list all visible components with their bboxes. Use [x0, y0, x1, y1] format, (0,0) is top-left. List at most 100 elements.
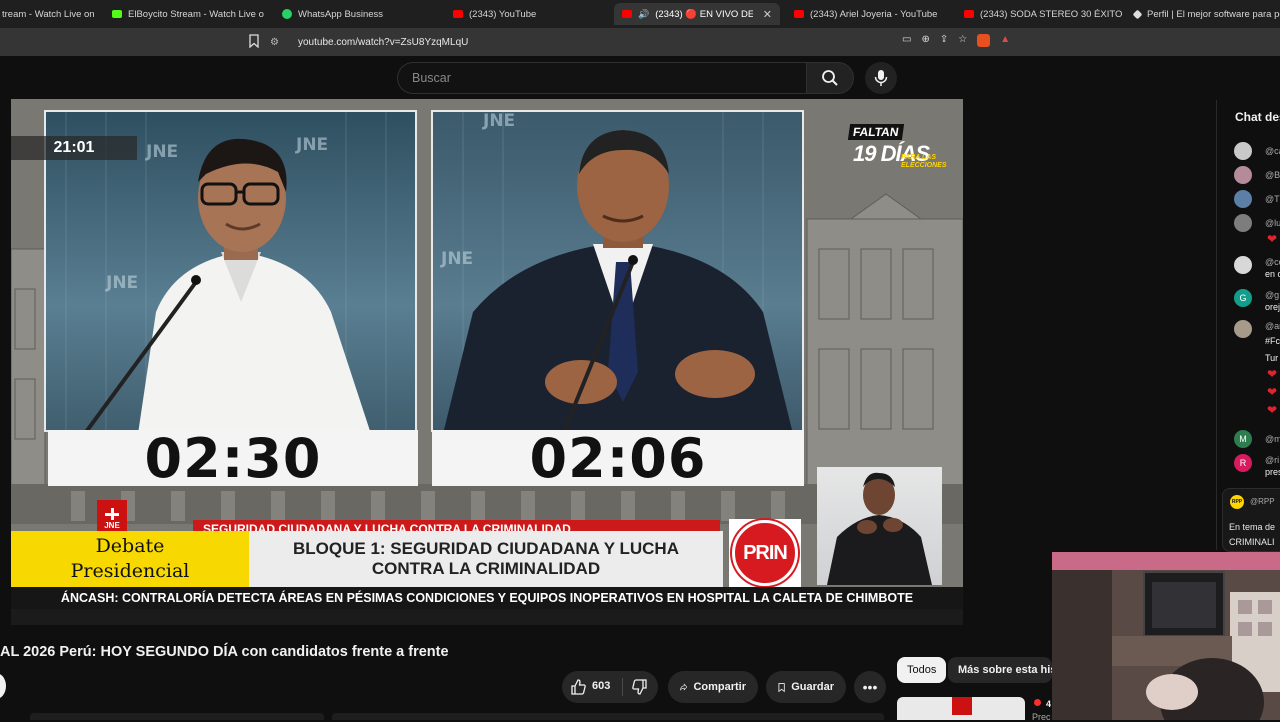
chat-avatar[interactable]: [1234, 320, 1252, 338]
block-title: BLOQUE 1: SEGURIDAD CIUDADANA Y LUCHA CO…: [249, 531, 723, 587]
chat-avatar[interactable]: [1234, 214, 1252, 232]
webcam-overlay: [1052, 552, 1280, 720]
save-button[interactable]: Guardar: [766, 671, 846, 703]
youtube-favicon-icon: [622, 10, 632, 18]
browser-tab[interactable]: (2343) SODA STEREO 30 ÉXITOS CLÁ: [956, 3, 1122, 25]
candidate-left-image: JNE JNE JNE: [46, 112, 415, 430]
tab-title: (2343) YouTube: [469, 8, 537, 20]
close-tab-icon[interactable]: ✕: [763, 8, 772, 21]
block-line1: BLOQUE 1: SEGURIDAD CIUDADANA Y LUCHA: [293, 539, 679, 558]
heart-emoji: ❤: [1267, 232, 1278, 246]
lower-third: Debate Presidencial BLOQUE 1: SEGURIDAD …: [11, 531, 723, 587]
pinned-line1: En tema de: [1229, 522, 1276, 532]
search-input[interactable]: Buscar: [397, 62, 806, 94]
chat-avatar[interactable]: R: [1234, 454, 1252, 472]
badge-sub-line2: ELECCIONES: [901, 162, 947, 169]
jne-logo: JNE: [97, 500, 127, 532]
address-bar-actions: ▭ ⊕ ⇪ ☆ ▲: [902, 34, 1010, 47]
dislike-icon[interactable]: [632, 679, 648, 695]
like-icon[interactable]: [570, 679, 586, 695]
share-page-icon[interactable]: ⇪: [940, 34, 948, 47]
browser-tab[interactable]: WhatsApp Business: [274, 3, 434, 25]
pinned-chat-message[interactable]: RPP @RPP En tema de CRIMINALI: [1222, 488, 1280, 552]
chat-username[interactable]: @ri: [1265, 455, 1279, 465]
chat-avatar[interactable]: G: [1234, 289, 1252, 307]
video-player[interactable]: JNE JNE JNE JNE JNE 02:30 02:06 21:01 FA…: [11, 99, 963, 625]
prin-circle: PRIN: [732, 520, 798, 586]
search-button[interactable]: [806, 62, 854, 94]
recommended-badge: 4: [1046, 699, 1052, 709]
chat-avatar[interactable]: [1234, 166, 1252, 184]
program-title: Debate Presidencial: [11, 531, 249, 587]
browser-tab-active[interactable]: 🔊 (2343) 🔴 EN VIVO DEBATE P ✕: [614, 3, 780, 25]
like-dislike-group: 603: [562, 671, 658, 703]
zoom-icon[interactable]: ⊕: [921, 34, 929, 47]
recommended-thumbnail[interactable]: [897, 697, 1025, 720]
like-count[interactable]: 603: [592, 680, 610, 692]
url-text: youtube.com/watch?v=ZsU8YzqMLqU: [298, 36, 469, 48]
save-bookmark-icon: [778, 682, 785, 692]
save-label: Guardar: [791, 681, 834, 693]
more-actions-button[interactable]: •••: [854, 671, 886, 703]
kick-favicon-icon: [112, 10, 122, 18]
microphone-icon: [874, 70, 888, 86]
tab-title: Perfil | El mejor software para poten: [1147, 8, 1280, 20]
sign-language-interpreter: [817, 467, 942, 585]
chat-username[interactable]: @T: [1265, 194, 1280, 204]
chat-avatar[interactable]: M: [1234, 430, 1252, 448]
chat-username[interactable]: @cc: [1265, 257, 1280, 267]
heart-emoji: ❤: [1267, 385, 1278, 399]
chat-username[interactable]: @ca: [1265, 146, 1280, 156]
search-placeholder: Buscar: [412, 71, 451, 85]
pinned-text: En tema de CRIMINALI: [1229, 520, 1275, 550]
browser-tab[interactable]: (2343) YouTube: [445, 3, 605, 25]
live-indicator-icon: [1034, 699, 1041, 706]
chat-username[interactable]: @lu: [1265, 218, 1280, 228]
site-settings-icon[interactable]: ⚙: [270, 37, 284, 48]
rewards-icon[interactable]: ▲: [1000, 34, 1010, 47]
voice-search-button[interactable]: [865, 62, 897, 94]
block-line2: CONTRA LA CRIMINALIDAD: [371, 559, 601, 578]
chat-username[interactable]: @g: [1265, 290, 1279, 300]
chip-all[interactable]: Todos: [897, 657, 947, 683]
chat-username[interactable]: @ar: [1265, 321, 1280, 331]
pinned-avatar: RPP: [1230, 495, 1244, 509]
browser-tab[interactable]: (2343) Ariel Joyeria - YouTube: [786, 3, 950, 25]
description-strip: [332, 713, 884, 720]
youtube-header: Buscar: [0, 56, 1280, 100]
share-button[interactable]: Compartir: [668, 671, 758, 703]
bookmark-icon[interactable]: [248, 34, 260, 48]
heart-emoji: ❤: [1267, 367, 1278, 381]
video-title: AL 2026 Perú: HOY SEGUNDO DÍA con candid…: [0, 644, 449, 660]
browser-tab[interactable]: ElBoycito Stream - Watch Live on: [104, 3, 264, 25]
cast-icon[interactable]: ▭: [902, 34, 911, 47]
interpreter-image: [827, 472, 932, 585]
perfil-favicon-icon: [1132, 9, 1143, 19]
chip-more-on-story[interactable]: Más sobre esta hist: [948, 657, 1052, 683]
youtube-favicon-icon: [964, 10, 974, 18]
search-icon: [822, 70, 838, 86]
candidate-right-image: JNE JNE: [433, 112, 802, 430]
channel-avatar[interactable]: [0, 673, 6, 699]
elapsed-time: 21:01: [11, 136, 137, 160]
tab-title: WhatsApp Business: [298, 8, 384, 20]
chat-username[interactable]: @B: [1265, 170, 1280, 180]
youtube-favicon-icon: [453, 10, 463, 18]
chat-avatar[interactable]: [1234, 256, 1252, 274]
svg-text:JNE: JNE: [105, 273, 138, 293]
chat-title: Chat des: [1235, 110, 1280, 124]
chat-username[interactable]: @m: [1265, 434, 1280, 444]
brave-shield-icon[interactable]: [977, 34, 991, 47]
browser-tab[interactable]: Perfil | El mejor software para poten: [1126, 3, 1280, 25]
star-icon[interactable]: ☆: [958, 34, 967, 47]
video-bottom-strip: [11, 609, 963, 625]
chat-text: en c: [1265, 269, 1280, 279]
chat-avatar[interactable]: [1234, 142, 1252, 160]
tab-title: tream - Watch Live on K: [2, 8, 94, 20]
badge-sub-line1: PARA LAS: [901, 154, 936, 161]
browser-tab[interactable]: tream - Watch Live on K: [0, 3, 94, 25]
chat-avatar[interactable]: [1234, 190, 1252, 208]
tab-title: (2343) 🔴 EN VIVO DEBATE P: [655, 8, 753, 20]
youtube-favicon-icon: [794, 10, 804, 18]
badge-top: FALTAN: [847, 124, 904, 140]
